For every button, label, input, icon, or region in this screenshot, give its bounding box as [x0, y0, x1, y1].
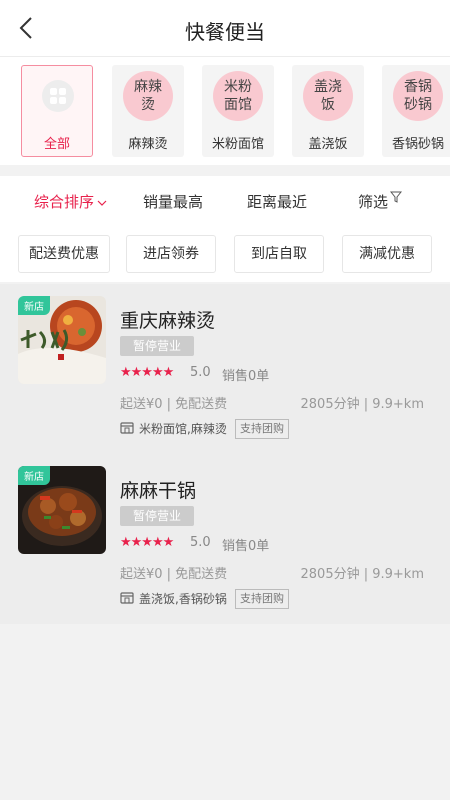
category-label: 香锅砂锅 [391, 137, 444, 152]
category-icon: 香锅砂锅 [393, 71, 443, 121]
category-icon: 盖浇饭 [303, 71, 353, 121]
category-all[interactable]: 全部 [21, 65, 93, 157]
filter-icon [389, 191, 403, 203]
grid-icon [42, 80, 74, 112]
status-badge: 暂停营业 [120, 506, 194, 526]
category-label: 全部 [43, 137, 70, 152]
shop-categories: 米粉面馆,麻辣烫 [139, 422, 227, 436]
category-icon: 米粉面馆 [213, 71, 263, 121]
app-header: 快餐便当 [0, 0, 450, 57]
new-badge: 新店 [18, 296, 50, 315]
tag-full-reduction[interactable]: 满减优惠 [342, 235, 432, 273]
shop-item[interactable]: 新店 麻麻干锅 暂停营业 ★★★★★ 5.0 销售0单 起送¥0 | 免配送费 … [0, 454, 450, 624]
tag-coupon[interactable]: 进店领券 [126, 235, 216, 273]
category-rice-noodles[interactable]: 米粉面馆 米粉面馆 [202, 65, 274, 157]
shop-thumbnail: 新店 [18, 296, 106, 384]
category-bar: 全部 麻辣烫 麻辣烫 米粉面馆 米粉面馆 盖浇饭 盖浇饭 香锅砂锅 香锅砂锅 [0, 57, 450, 165]
category-label: 盖浇饭 [308, 137, 348, 152]
shop-list: 新店 重庆麻辣烫 暂停营业 ★★★★★ 5.0 销售0单 起送¥0 | 免配送费… [0, 284, 450, 624]
sales-count: 销售0单 [222, 369, 270, 384]
sort-composite[interactable]: 综合排序 [34, 191, 107, 212]
chevron-down-icon [97, 200, 107, 206]
shop-categories: 盖浇饭,香锅砂锅 [139, 592, 227, 606]
delivery-info: 起送¥0 | 免配送费 [120, 567, 228, 582]
status-badge: 暂停营业 [120, 336, 194, 356]
tag-pickup[interactable]: 到店自取 [234, 235, 324, 273]
sort-distance[interactable]: 距离最近 [247, 191, 307, 212]
group-buy-tag: 支持团购 [235, 589, 289, 609]
category-rice-bowl[interactable]: 盖浇饭 盖浇饭 [292, 65, 364, 157]
shop-thumbnail: 新店 [18, 466, 106, 554]
sort-sales[interactable]: 销量最高 [143, 191, 203, 212]
filter-button[interactable]: 筛选 [358, 191, 403, 212]
shop-item[interactable]: 新店 重庆麻辣烫 暂停营业 ★★★★★ 5.0 销售0单 起送¥0 | 免配送费… [0, 284, 450, 454]
sort-bar: 综合排序 销量最高 距离最近 筛选 [0, 176, 450, 226]
category-malatang[interactable]: 麻辣烫 麻辣烫 [112, 65, 184, 157]
promo-tags: 配送费优惠 进店领券 到店自取 满减优惠 [0, 226, 450, 282]
rating-score: 5.0 [190, 535, 211, 550]
shop-icon [120, 592, 134, 604]
category-hotpot[interactable]: 香锅砂锅 香锅砂锅 [382, 65, 450, 157]
tag-delivery-discount[interactable]: 配送费优惠 [18, 235, 110, 273]
rating-score: 5.0 [190, 365, 211, 380]
filter-label: 筛选 [358, 193, 389, 211]
category-label: 麻辣烫 [128, 137, 168, 152]
category-icon: 麻辣烫 [123, 71, 173, 121]
shop-name: 麻麻干锅 [120, 480, 197, 502]
shop-name: 重庆麻辣烫 [120, 310, 216, 332]
group-buy-tag: 支持团购 [235, 419, 289, 439]
sales-count: 销售0单 [222, 539, 270, 554]
eta-distance: 2805分钟 | 9.9+km [300, 567, 425, 582]
new-badge: 新店 [18, 466, 50, 485]
delivery-info: 起送¥0 | 免配送费 [120, 397, 228, 412]
star-rating: ★★★★★ [120, 535, 174, 550]
eta-distance: 2805分钟 | 9.9+km [300, 397, 425, 412]
star-rating: ★★★★★ [120, 365, 174, 380]
shop-icon [120, 422, 134, 434]
category-label: 米粉面馆 [211, 137, 264, 152]
sort-composite-label: 综合排序 [34, 193, 95, 211]
page-title: 快餐便当 [185, 20, 265, 44]
